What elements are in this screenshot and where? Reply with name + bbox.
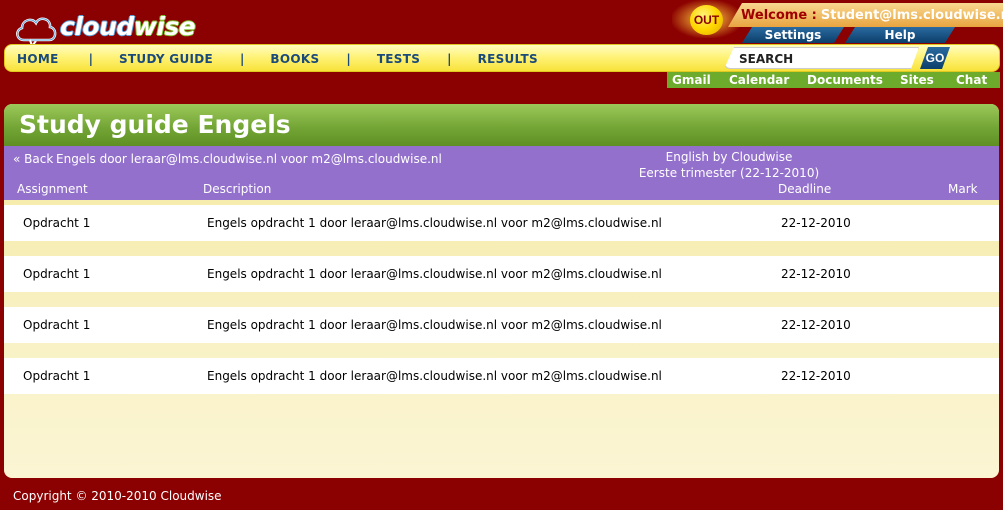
cell-assignment: Opdracht 1 — [23, 369, 91, 383]
nav-separator: | — [88, 52, 93, 66]
back-link[interactable]: « Back — [13, 152, 53, 166]
nav-home[interactable]: HOME — [17, 52, 59, 66]
nav-study-guide[interactable]: STUDY GUIDE — [119, 52, 213, 66]
user-email: Student@lms.cloudwise.nl — [820, 7, 1003, 23]
nav-separator: | — [346, 52, 351, 66]
course-summary: English by Cloudwise Eerste trimester (2… — [564, 149, 894, 181]
app-sites[interactable]: Sites — [900, 72, 934, 88]
page-title: Study guide Engels — [4, 104, 999, 146]
cell-deadline: 22-12-2010 — [781, 267, 851, 281]
cell-description: Engels opdracht 1 door leraar@lms.cloudw… — [207, 369, 662, 383]
course-info-bar: « Back Engels door leraar@lms.cloudwise.… — [4, 146, 999, 200]
nav-separator: | — [447, 52, 452, 66]
cell-description: Engels opdracht 1 door leraar@lms.cloudw… — [207, 318, 662, 332]
table-row[interactable]: Opdracht 1 Engels opdracht 1 door leraar… — [4, 358, 999, 394]
assignment-table: Opdracht 1 Engels opdracht 1 door leraar… — [4, 200, 999, 394]
app-calendar[interactable]: Calendar — [729, 72, 789, 88]
cell-assignment: Opdracht 1 — [23, 318, 91, 332]
column-header-description: Description — [203, 182, 272, 196]
settings-button[interactable]: Settings — [742, 27, 844, 43]
search-input[interactable] — [725, 49, 918, 69]
table-row[interactable]: Opdracht 1 Engels opdracht 1 door leraar… — [4, 256, 999, 292]
welcome-label: Welcome : — [741, 7, 817, 23]
cloudwise-logo[interactable]: cloudwise — [14, 6, 196, 49]
app-documents[interactable]: Documents — [807, 72, 883, 88]
logout-button[interactable]: OUT — [690, 5, 723, 35]
study-guide-panel: Study guide Engels « Back Engels door le… — [4, 104, 999, 478]
search-box — [724, 47, 919, 69]
table-row[interactable]: Opdracht 1 Engels opdracht 1 door leraar… — [4, 205, 999, 241]
nav-tests[interactable]: TESTS — [377, 52, 420, 66]
course-name: English by Cloudwise — [665, 150, 793, 164]
cell-assignment: Opdracht 1 — [23, 267, 91, 281]
course-term: Eerste trimester (22-12-2010) — [638, 166, 820, 180]
logo-wordmark: cloudwise — [60, 12, 196, 41]
nav-books[interactable]: BOOKS — [270, 52, 319, 66]
nav-items: HOME | STUDY GUIDE | BOOKS | TESTS | RES… — [17, 52, 538, 66]
column-header-deadline: Deadline — [778, 182, 832, 196]
cell-deadline: 22-12-2010 — [781, 369, 851, 383]
app-gmail[interactable]: Gmail — [672, 72, 711, 88]
nav-results[interactable]: RESULTS — [478, 52, 538, 66]
cell-deadline: 22-12-2010 — [781, 216, 851, 230]
column-header-mark: Mark — [948, 182, 978, 196]
cell-description: Engels opdracht 1 door leraar@lms.cloudw… — [207, 216, 662, 230]
cell-assignment: Opdracht 1 — [23, 216, 91, 230]
apps-bar: Gmail Calendar Documents Sites Chat — [667, 72, 1000, 88]
column-header-assignment: Assignment — [17, 182, 88, 196]
cell-deadline: 22-12-2010 — [781, 318, 851, 332]
course-owner-line: Engels door leraar@lms.cloudwise.nl voor… — [56, 152, 442, 166]
footer-copyright: Copyright © 2010-2010 Cloudwise — [13, 489, 222, 503]
help-button[interactable]: Help — [845, 27, 955, 43]
nav-separator: | — [240, 52, 245, 66]
table-row[interactable]: Opdracht 1 Engels opdracht 1 door leraar… — [4, 307, 999, 343]
app-chat[interactable]: Chat — [956, 72, 987, 88]
cell-description: Engels opdracht 1 door leraar@lms.cloudw… — [207, 267, 662, 281]
welcome-bar: Welcome : Student@lms.cloudwise.nl — [728, 3, 1003, 27]
